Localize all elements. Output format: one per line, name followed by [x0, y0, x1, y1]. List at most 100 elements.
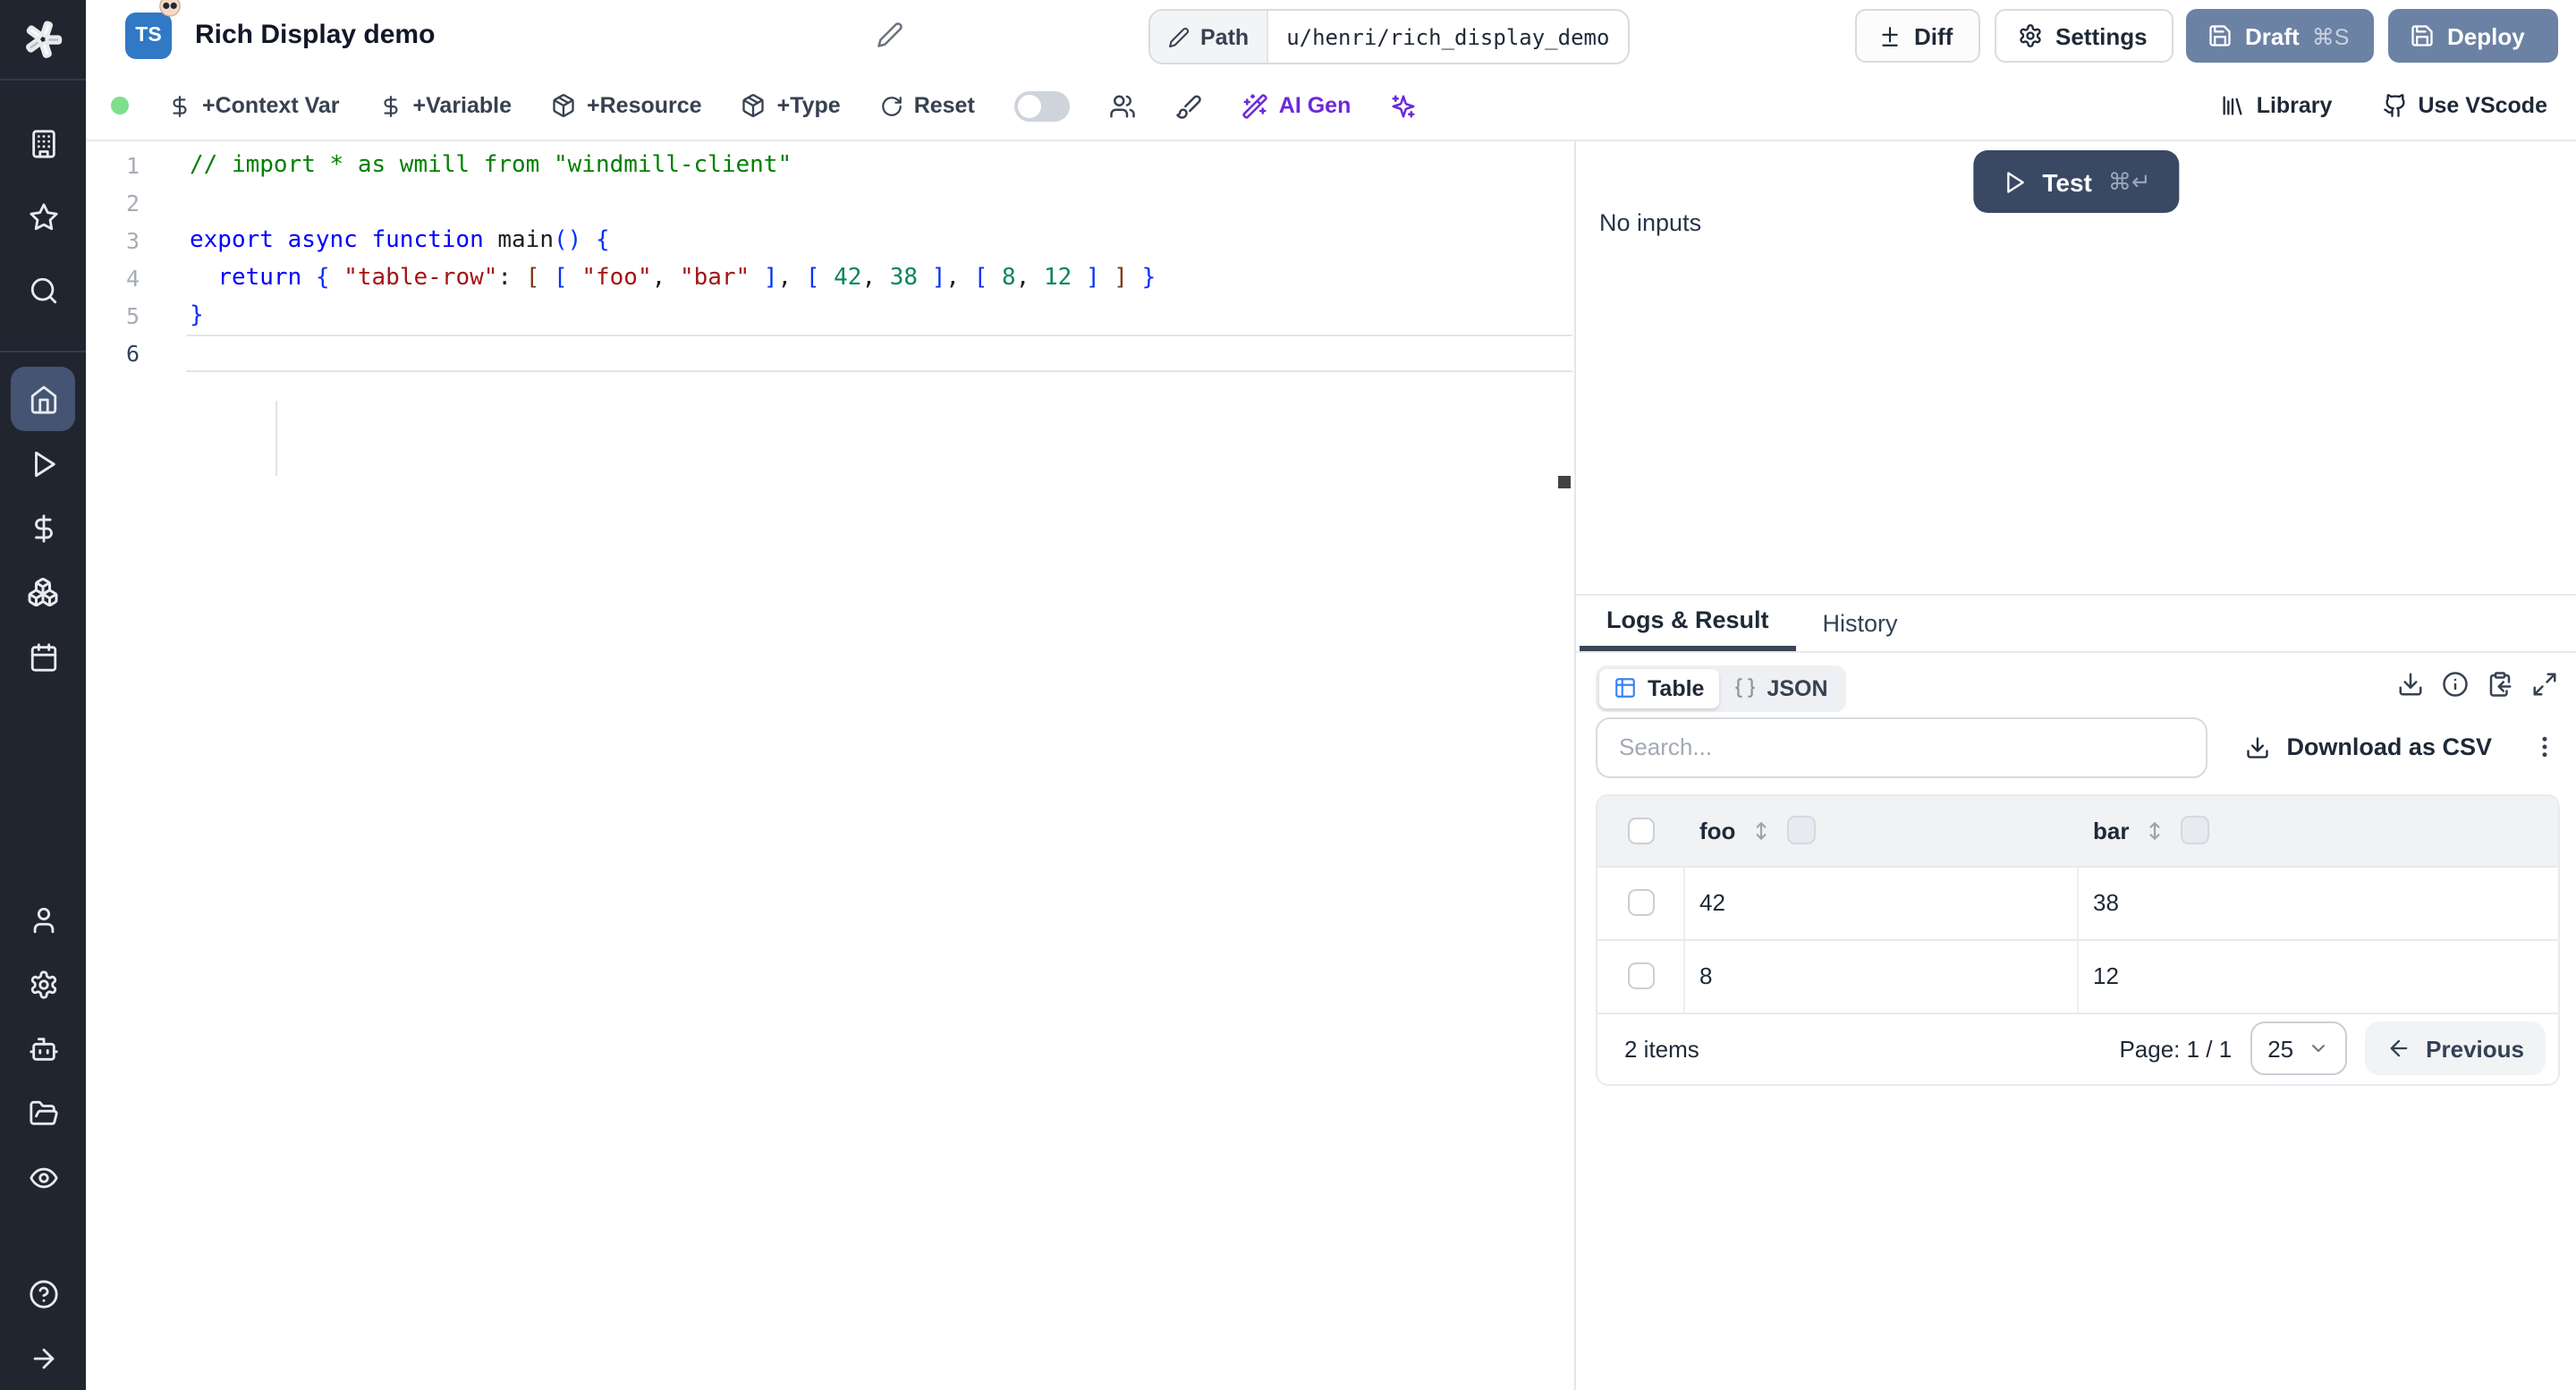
robot-icon	[28, 1033, 58, 1064]
page-size-select[interactable]: 25	[2250, 1021, 2348, 1075]
expand-result-icon[interactable]	[2531, 670, 2558, 697]
sidebar-item-audit[interactable]	[0, 1145, 86, 1209]
column-bar-toggle[interactable]	[2181, 816, 2210, 844]
column-header-bar[interactable]: bar	[2093, 817, 2129, 843]
line-number: 5	[125, 302, 140, 329]
dollar-icon	[379, 94, 402, 117]
sidebar-item-runs[interactable]	[0, 431, 86, 496]
use-vscode-button[interactable]: Use VScode	[2382, 93, 2547, 118]
eye-icon	[28, 1162, 58, 1192]
diff-button[interactable]: Diff	[1855, 9, 1980, 63]
code-line[interactable]: 1 // import * as wmill from "windmill-cli…	[86, 147, 1572, 184]
favorites-star-icon[interactable]	[0, 184, 86, 249]
status-dot	[111, 97, 129, 114]
column-foo-toggle[interactable]	[1787, 816, 1817, 844]
github-icon	[2382, 93, 2407, 118]
sidebar-item-folders[interactable]	[0, 1081, 86, 1145]
deploy-button[interactable]: Deploy	[2388, 9, 2558, 63]
collab-toggle[interactable]	[1013, 90, 1070, 121]
result-section: Logs & Result History Table JSON Search.…	[1576, 593, 2576, 1390]
path-edit-segment[interactable]: Path	[1150, 11, 1269, 63]
items-count: 2 items	[1624, 1035, 1699, 1062]
draft-button[interactable]: Draft ⌘S	[2186, 9, 2374, 63]
sidebar-item-help[interactable]	[0, 1261, 86, 1326]
download-result-icon[interactable]	[2397, 670, 2424, 697]
sort-foo-icon[interactable]	[1750, 818, 1773, 842]
sidebar-item-settings[interactable]	[0, 952, 86, 1016]
overview-ruler-cursor	[1558, 476, 1571, 488]
line-number: 6	[125, 340, 140, 367]
paintbrush-icon	[1175, 92, 1202, 119]
add-type-button[interactable]: +Type	[741, 93, 841, 118]
code-line[interactable]: 5}	[86, 297, 1572, 335]
info-icon[interactable]	[2442, 670, 2469, 697]
reset-button[interactable]: Reset	[880, 93, 975, 118]
code-line[interactable]: 3 export async function main() {	[86, 222, 1572, 259]
sidebar-item-resources[interactable]	[0, 560, 86, 624]
code-line[interactable]: 2	[86, 184, 1572, 222]
code-line[interactable]: 4 return { "table-row": [ [ "foo", "bar"…	[86, 259, 1572, 297]
row-checkbox[interactable]	[1627, 889, 1654, 916]
line-number: 3	[125, 227, 140, 254]
add-variable-button[interactable]: +Variable	[379, 93, 512, 118]
sidebar-item-schedules[interactable]	[0, 624, 86, 689]
format-button[interactable]	[1175, 92, 1202, 119]
view-json-chip[interactable]: JSON	[1718, 668, 1842, 708]
add-resource-button[interactable]: +Resource	[551, 93, 702, 118]
add-context-var-button[interactable]: +Context Var	[168, 93, 340, 118]
cell-bar: 12	[2093, 962, 2119, 989]
save-icon	[2207, 23, 2233, 48]
table-menu-kebab[interactable]	[2531, 733, 2558, 760]
view-table-chip[interactable]: Table	[1599, 668, 1719, 708]
ai-gen-button[interactable]: AI Gen	[1241, 92, 1351, 119]
ai-sparkles-button[interactable]	[1390, 92, 1417, 119]
help-circle-icon	[28, 1278, 58, 1309]
baby-emoji-badge	[157, 0, 182, 18]
top-header: TS Rich Display demo Path u/henri/rich_d…	[86, 0, 2576, 73]
play-icon	[2001, 169, 2026, 194]
sort-bar-icon[interactable]	[2143, 818, 2166, 842]
indent-guide	[275, 401, 277, 476]
edit-title-pencil-icon[interactable]	[877, 21, 903, 48]
settings-button[interactable]: Settings	[1995, 9, 2174, 63]
cell-foo: 42	[1685, 867, 2079, 938]
code-text	[186, 335, 1572, 372]
user-icon	[28, 904, 58, 935]
result-view-toggle: Table JSON	[1596, 665, 1846, 711]
result-table: foo bar 42 38 8 12 2 items Page: 1 / 1 2…	[1596, 793, 2560, 1085]
draft-shortcut: ⌘S	[2311, 24, 2350, 49]
sidebar-item-home[interactable]	[0, 367, 86, 431]
rotate-icon	[880, 94, 903, 117]
code-editor[interactable]: 1 // import * as wmill from "windmill-cli…	[86, 141, 1572, 1390]
search-icon[interactable]	[0, 258, 86, 322]
package-icon	[551, 93, 576, 118]
multiplayer-button[interactable]	[1109, 92, 1136, 119]
library-button[interactable]: Library	[2221, 93, 2332, 118]
sidebar-expand[interactable]	[0, 1326, 86, 1390]
previous-page-button[interactable]: Previous	[2365, 1021, 2546, 1075]
sidebar-item-users[interactable]	[0, 887, 86, 952]
package-icon	[741, 93, 767, 118]
sidebar-item-variables[interactable]	[0, 496, 86, 560]
code-line[interactable]: 6	[86, 335, 1572, 372]
tab-history[interactable]: History	[1796, 595, 1925, 650]
download-csv-button[interactable]: Download as CSV	[2245, 733, 2492, 760]
arrow-left-icon	[2386, 1036, 2411, 1061]
table-search-input[interactable]	[1596, 716, 2207, 777]
sidebar-item-workers[interactable]	[0, 1016, 86, 1081]
code-lines: 1 // import * as wmill from "windmill-cli…	[86, 147, 1572, 372]
table-header-row: foo bar	[1597, 795, 2558, 865]
no-inputs-label: No inputs	[1599, 209, 1702, 236]
column-header-foo[interactable]: foo	[1699, 817, 1735, 843]
path-pill[interactable]: Path u/henri/rich_display_demo	[1148, 9, 1630, 64]
table-footer: 2 items Page: 1 / 1 25 Previous	[1597, 1012, 2558, 1083]
windmill-logo[interactable]	[0, 0, 86, 81]
select-all-checkbox[interactable]	[1628, 817, 1655, 843]
braces-icon	[1733, 676, 1756, 699]
row-checkbox[interactable]	[1627, 962, 1654, 989]
gear-icon	[2018, 23, 2043, 48]
copy-result-icon[interactable]	[2487, 670, 2513, 697]
test-button[interactable]: Test ⌘↵	[1972, 150, 2180, 213]
tab-logs-result[interactable]: Logs & Result	[1580, 595, 1796, 650]
workspace-building-icon[interactable]	[0, 111, 86, 175]
